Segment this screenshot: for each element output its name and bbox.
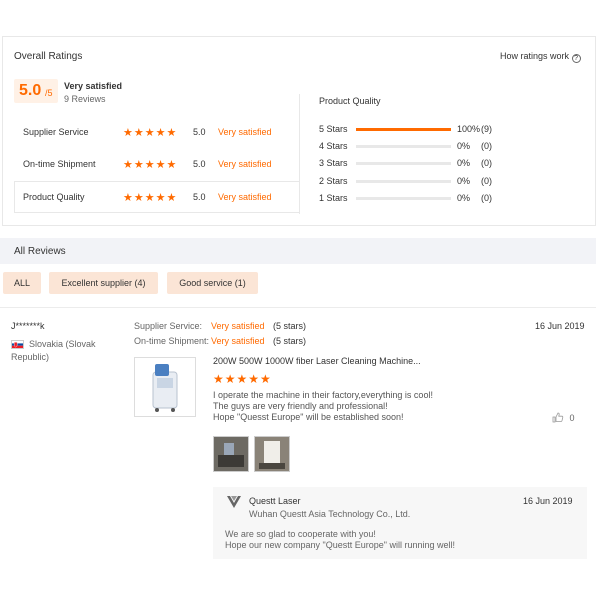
distribution-label: 5 Stars [319,124,348,134]
review-photo[interactable] [254,436,290,472]
overall-ratings-title: Overall Ratings [14,51,83,62]
distribution-row: 5 Stars 100% (9) [319,124,519,136]
distribution-bar [356,128,451,131]
all-reviews-title: All Reviews [14,246,66,257]
sub-rating-score: 5.0 [193,192,206,202]
distribution-row: 4 Stars 0% (0) [319,141,519,153]
panel-divider [299,94,300,214]
reviews-divider [0,307,596,308]
overall-score-badge: 5.0 /5 [14,79,58,103]
review-text-line: The guys are very friendly and professio… [213,401,388,411]
review-date: 16 Jun 2019 [535,321,585,331]
like-count: 0 [569,413,575,423]
distribution-row: 3 Stars 0% (0) [319,158,519,170]
sub-rating-supplier-service: Supplier Service ★★★★★ 5.0 Very satisfie… [14,117,300,149]
distribution-count: (0) [481,176,492,186]
shipment-stars: (5 stars) [273,336,307,346]
sub-rating-verdict: Very satisfied [218,127,272,137]
star-rating: ★★★★★ [123,159,178,171]
supplier-service-stars: (5 stars) [273,321,307,331]
company-logo-icon [226,495,242,511]
supplier-service-label: Supplier Service: [134,321,203,331]
distribution-bar [356,180,451,183]
sub-rating-label: On-time Shipment [23,159,96,169]
star-rating: ★★★★★ [123,192,178,204]
reviewer-name: J*******k [11,321,45,331]
distribution-percent: 0% [457,193,471,203]
review-count: 9 Reviews [64,94,106,104]
supplier-service-value: Very satisfied [211,321,265,331]
supplier-reply: Questt Laser Wuhan Questt Asia Technolog… [213,487,587,559]
how-ratings-work-label: How ratings work [500,51,570,61]
distribution-count: (0) [481,193,492,203]
overall-score-suffix: /5 [45,88,53,98]
filter-chip-all[interactable]: ALL [3,272,41,294]
laser-machine-image [152,364,178,412]
distribution-label: 2 Stars [319,176,348,186]
reply-author: Questt Laser [249,496,301,506]
thumbs-up-icon [552,412,564,423]
product-thumbnail[interactable] [134,357,196,417]
distribution-label: 1 Stars [319,193,348,203]
distribution-percent: 100% [457,124,481,134]
sub-rating-score: 5.0 [193,127,206,137]
how-ratings-work-link[interactable]: How ratings work ? [500,51,581,63]
reply-company: Wuhan Questt Asia Technology Co., Ltd. [249,509,411,519]
distribution-count: (9) [481,124,492,134]
sub-rating-score: 5.0 [193,159,206,169]
review-star-rating: ★★★★★ [213,372,272,386]
review-photo[interactable] [213,436,249,472]
sub-rating-verdict: Very satisfied [218,192,272,202]
review-text-line: I operate the machine in their factory,e… [213,390,433,400]
distribution-row: 1 Stars 0% (0) [319,193,519,205]
sub-rating-product-quality[interactable]: Product Quality ★★★★★ 5.0 Very satisfied [14,181,300,213]
shipment-value: Very satisfied [211,336,265,346]
distribution-label: 3 Stars [319,158,348,168]
reply-text-line: Hope our new company "Questt Europe" wil… [225,540,456,550]
distribution-percent: 0% [457,141,471,151]
sub-rating-verdict: Very satisfied [218,159,272,169]
distribution-count: (0) [481,141,492,151]
distribution-bar [356,145,451,148]
distribution-title: Product Quality [319,96,381,106]
help-circle-icon: ? [571,54,581,63]
star-rating: ★★★★★ [123,127,178,139]
distribution-count: (0) [481,158,492,168]
distribution-bar [356,197,451,200]
reviewer-country: Slovakia (Slovak Republic) [11,339,96,362]
distribution-percent: 0% [457,176,471,186]
distribution-row: 2 Stars 0% (0) [319,176,519,188]
review-text: I operate the machine in their factory,e… [213,390,513,423]
reply-text-line: We are so glad to cooperate with you! [225,529,376,539]
sub-rating-label: Product Quality [23,192,85,202]
shipment-label: On-time Shipment: [134,336,210,346]
distribution-bar [356,162,451,165]
distribution-percent: 0% [457,158,471,168]
filter-chip-excellent-supplier[interactable]: Excellent supplier (4) [49,272,158,294]
sub-rating-label: Supplier Service [23,127,89,137]
filter-chip-good-service[interactable]: Good service (1) [167,272,258,294]
review-text-line: Hope "Quesst Europe" will be established… [213,412,404,422]
overall-label: Very satisfied [64,81,123,91]
distribution-bar-fill [356,128,451,131]
product-title-link[interactable]: 200W 500W 1000W fiber Laser Cleaning Mac… [213,356,421,366]
like-button[interactable]: 0 [552,412,575,423]
all-reviews-header: All Reviews [0,238,596,264]
reply-date: 16 Jun 2019 [523,496,573,506]
distribution-label: 4 Stars [319,141,348,151]
overall-score: 5.0 [19,82,42,99]
sub-rating-on-time-shipment: On-time Shipment ★★★★★ 5.0 Very satisfie… [14,149,300,181]
